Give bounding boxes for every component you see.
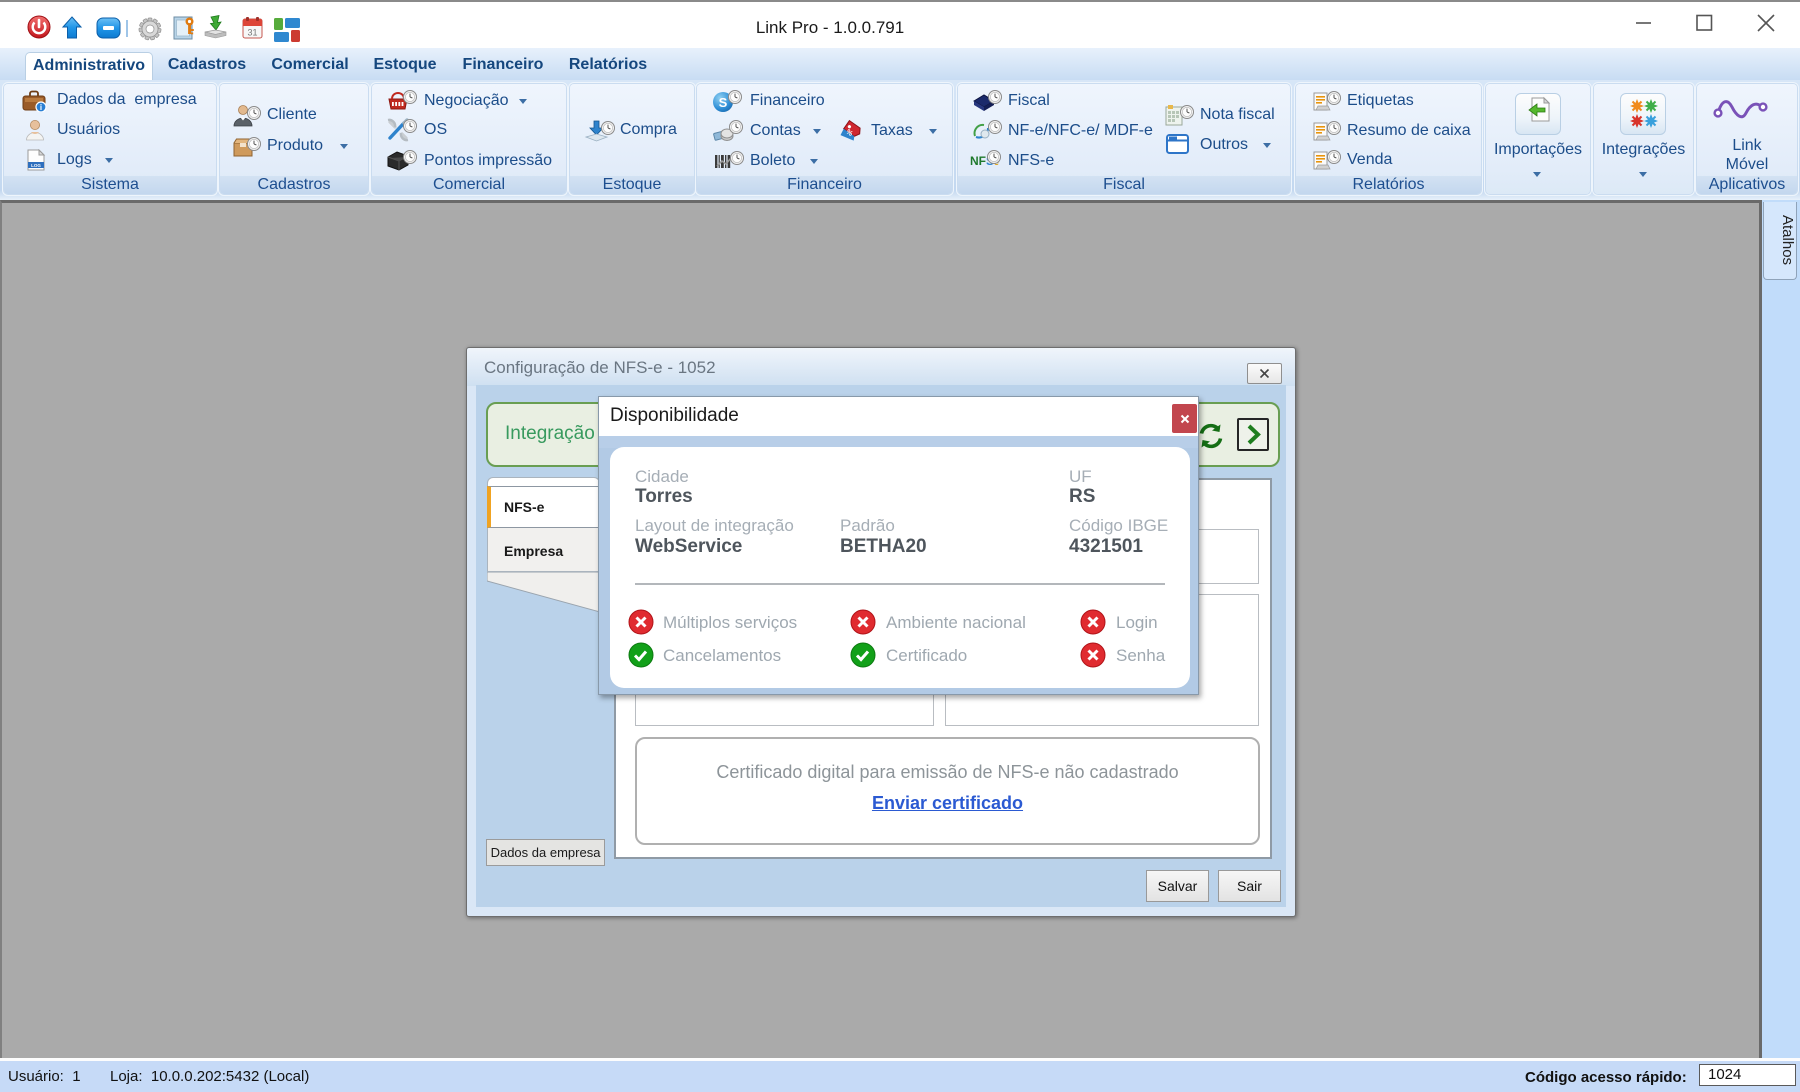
svg-text:31: 31: [247, 28, 257, 38]
svg-text:S: S: [719, 95, 728, 110]
svg-text:LOG: LOG: [31, 163, 41, 168]
svg-text:i: i: [40, 103, 42, 112]
